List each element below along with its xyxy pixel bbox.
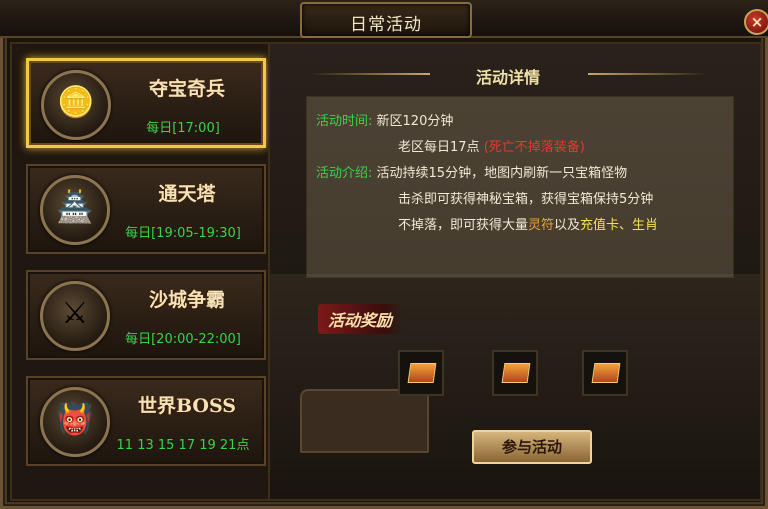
treasure-chest-art: [300, 389, 429, 453]
rewards-title: 活动奖励: [318, 304, 403, 334]
activity-name: 沙城争霸: [148, 289, 225, 311]
title-ornament-left: [310, 73, 430, 75]
intro-label: 活动介绍:: [316, 166, 373, 181]
time-label: 活动时间:: [316, 114, 373, 129]
activity-card-shacheng[interactable]: ⚔ 沙城争霸 每日[20:00-22:00]: [26, 270, 266, 360]
intro-line-3b: 灵符: [528, 218, 555, 233]
intro-row-2: 击杀即可获得神秘宝箱，获得宝箱保持5分钟: [398, 188, 653, 207]
time-old-note: (死亡不掉落装备): [483, 140, 585, 155]
activity-name: 夺宝奇兵: [148, 78, 225, 100]
details-title: 活动详情: [475, 68, 540, 87]
reward-slot-3[interactable]: [582, 350, 628, 396]
time-new: 新区120分钟: [376, 114, 454, 129]
close-button[interactable]: ×: [744, 9, 768, 35]
intro-line-3a: 不掉落，即可获得大量: [398, 218, 529, 233]
activity-time: 每日[19:05-19:30]: [125, 226, 241, 241]
join-activity-button[interactable]: 参与活动: [472, 430, 592, 464]
activity-list: 🪙 夺宝奇兵 每日[17:00] 🏯 通天塔 每日[19:05-19:30] ⚔…: [10, 42, 270, 501]
intro-line-1: 活动持续15分钟，地图内刷新一只宝箱怪物: [376, 166, 628, 181]
activity-detail-panel: 活动详情 活动时间: 新区120分钟 老区每日17点 (死亡不掉落装备) 活动介…: [268, 42, 762, 501]
activity-name: 通天塔: [158, 183, 216, 205]
title-plate: 日常活动: [300, 2, 472, 38]
activity-card-worldboss[interactable]: 👹 世界BOSS 11 13 15 17 19 21点: [26, 376, 266, 466]
activity-time: 每日[20:00-22:00]: [125, 332, 241, 347]
demon-crest-icon: 👹: [40, 387, 110, 457]
time-row: 活动时间: 新区120分钟: [316, 110, 453, 129]
reward-chest-icon: [591, 363, 621, 383]
intro-row-3: 不掉落，即可获得大量灵符以及充值卡、生肖: [398, 214, 658, 233]
activity-name: 世界BOSS: [138, 395, 236, 417]
reward-slot-1[interactable]: [398, 350, 444, 396]
activity-time: 每日[17:00]: [146, 121, 220, 136]
treasure-ingot-icon: 🪙: [41, 70, 111, 140]
window-title: 日常活动: [350, 15, 422, 35]
reward-chest-icon: [501, 363, 531, 383]
activity-card-tongtianta[interactable]: 🏯 通天塔 每日[19:05-19:30]: [26, 164, 266, 254]
activity-card-duobao[interactable]: 🪙 夺宝奇兵 每日[17:00]: [26, 58, 266, 148]
reward-chest-icon: [407, 363, 437, 383]
intro-row-1: 活动介绍: 活动持续15分钟，地图内刷新一只宝箱怪物: [316, 162, 627, 181]
title-ornament-right: [588, 73, 708, 75]
title-bar: 日常活动 ×: [0, 0, 768, 38]
reward-slot-2[interactable]: [492, 350, 538, 396]
time-old: 老区每日17点: [398, 140, 480, 155]
intro-line-2: 击杀即可获得神秘宝箱，获得宝箱保持5分钟: [398, 192, 654, 207]
intro-line-3c: 以及: [554, 218, 581, 233]
intro-line-3d: 充值卡、生肖: [580, 218, 659, 233]
pagoda-icon: 🏯: [40, 175, 110, 245]
crossed-swords-icon: ⚔: [40, 281, 110, 351]
activity-time: 11 13 15 17 19 21点: [116, 438, 250, 453]
time-old-row: 老区每日17点 (死亡不掉落装备): [398, 136, 585, 155]
